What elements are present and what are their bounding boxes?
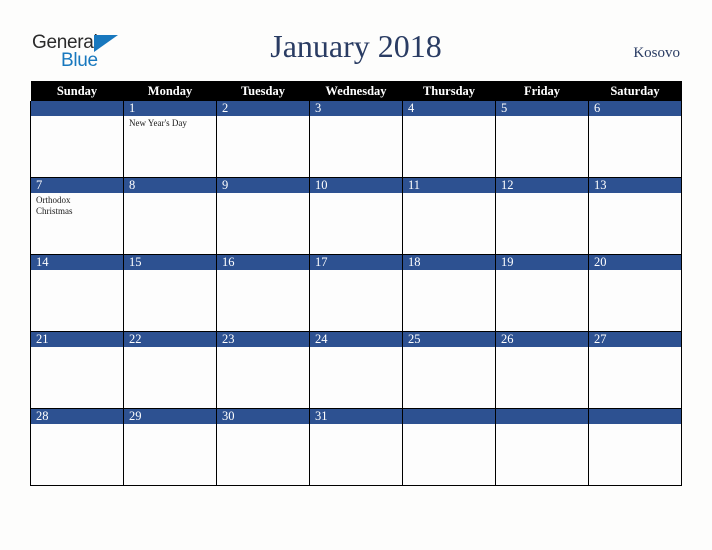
day-number: 7 — [31, 178, 123, 193]
calendar-week-row: 21 22 23 24 25 26 27 — [30, 331, 682, 409]
weekday-header-thursday: Thursday — [402, 81, 496, 101]
calendar-table: Sunday Monday Tuesday Wednesday Thursday… — [30, 81, 682, 486]
day-number — [31, 101, 123, 116]
calendar-empty-cell — [30, 101, 124, 178]
calendar-day-cell[interactable]: 1 New Year's Day — [123, 101, 217, 178]
day-number: 11 — [403, 178, 495, 193]
calendar-empty-cell — [588, 408, 682, 486]
calendar-day-cell[interactable]: 12 — [495, 177, 589, 255]
calendar-day-cell[interactable]: 28 — [30, 408, 124, 486]
calendar-day-cell[interactable]: 14 — [30, 254, 124, 332]
calendar-day-cell[interactable]: 8 — [123, 177, 217, 255]
day-number — [589, 409, 681, 424]
calendar-day-cell[interactable]: 3 — [309, 101, 403, 178]
page-header: General Blue January 2018 Kosovo — [0, 0, 712, 81]
event-label: Orthodox — [36, 195, 71, 205]
day-number: 27 — [589, 332, 681, 347]
calendar-day-cell[interactable]: 31 — [309, 408, 403, 486]
day-number: 9 — [217, 178, 309, 193]
calendar-day-cell[interactable]: 6 — [588, 101, 682, 178]
calendar-day-cell[interactable]: 15 — [123, 254, 217, 332]
weekday-header-friday: Friday — [495, 81, 589, 101]
calendar-week-row: 14 15 16 17 18 19 20 — [30, 254, 682, 332]
day-number: 15 — [124, 255, 216, 270]
weekday-header-saturday: Saturday — [588, 81, 682, 101]
day-number — [403, 409, 495, 424]
day-number: 17 — [310, 255, 402, 270]
calendar-day-cell[interactable]: 24 — [309, 331, 403, 409]
day-number: 24 — [310, 332, 402, 347]
calendar-day-cell[interactable]: 11 — [402, 177, 496, 255]
calendar-day-cell[interactable]: 2 — [216, 101, 310, 178]
calendar-day-cell[interactable]: 25 — [402, 331, 496, 409]
calendar-day-cell[interactable]: 13 — [588, 177, 682, 255]
day-number: 23 — [217, 332, 309, 347]
day-number: 8 — [124, 178, 216, 193]
day-number: 18 — [403, 255, 495, 270]
calendar-day-cell[interactable]: 18 — [402, 254, 496, 332]
day-number: 20 — [589, 255, 681, 270]
day-number: 21 — [31, 332, 123, 347]
day-number: 22 — [124, 332, 216, 347]
calendar-empty-cell — [402, 408, 496, 486]
weekday-header-tuesday: Tuesday — [216, 81, 310, 101]
calendar-header-row: Sunday Monday Tuesday Wednesday Thursday… — [30, 81, 682, 101]
calendar-day-cell[interactable]: 21 — [30, 331, 124, 409]
day-number: 30 — [217, 409, 309, 424]
calendar-day-cell[interactable]: 16 — [216, 254, 310, 332]
calendar-day-cell[interactable]: 19 — [495, 254, 589, 332]
day-number: 13 — [589, 178, 681, 193]
weekday-header-wednesday: Wednesday — [309, 81, 403, 101]
calendar-day-cell[interactable]: 26 — [495, 331, 589, 409]
day-number: 25 — [403, 332, 495, 347]
calendar-week-row: 1 New Year's Day 2 3 4 5 6 — [30, 101, 682, 178]
day-events: Orthodox Christmas — [31, 193, 123, 217]
calendar-day-cell[interactable]: 9 — [216, 177, 310, 255]
calendar-day-cell[interactable]: 17 — [309, 254, 403, 332]
day-number: 31 — [310, 409, 402, 424]
day-number: 6 — [589, 101, 681, 116]
day-number — [496, 409, 588, 424]
day-number: 4 — [403, 101, 495, 116]
calendar-day-cell[interactable]: 29 — [123, 408, 217, 486]
event-label: New Year's Day — [129, 118, 187, 128]
day-number: 29 — [124, 409, 216, 424]
calendar-day-cell[interactable]: 27 — [588, 331, 682, 409]
day-number: 14 — [31, 255, 123, 270]
day-number: 16 — [217, 255, 309, 270]
calendar-day-cell[interactable]: 10 — [309, 177, 403, 255]
calendar-body: 1 New Year's Day 2 3 4 5 6 7 Orthodox Christmas 8 9… — [30, 101, 682, 486]
calendar-day-cell[interactable]: 5 — [495, 101, 589, 178]
calendar-day-cell[interactable]: 7 Orthodox Christmas — [30, 177, 124, 255]
calendar-page: General Blue January 2018 Kosovo Sunday … — [0, 0, 712, 550]
weekday-header-monday: Monday — [123, 81, 217, 101]
day-number: 3 — [310, 101, 402, 116]
event-label: Christmas — [36, 206, 73, 216]
day-number: 10 — [310, 178, 402, 193]
day-events: New Year's Day — [124, 116, 216, 129]
day-number: 28 — [31, 409, 123, 424]
calendar-empty-cell — [495, 408, 589, 486]
calendar-week-row: 28 29 30 31 — [30, 408, 682, 486]
calendar-day-cell[interactable]: 4 — [402, 101, 496, 178]
calendar-day-cell[interactable]: 30 — [216, 408, 310, 486]
day-number: 12 — [496, 178, 588, 193]
calendar-day-cell[interactable]: 23 — [216, 331, 310, 409]
day-number: 26 — [496, 332, 588, 347]
day-number: 2 — [217, 101, 309, 116]
calendar-day-cell[interactable]: 22 — [123, 331, 217, 409]
weekday-header-sunday: Sunday — [30, 81, 124, 101]
page-title: January 2018 — [270, 28, 442, 64]
calendar-day-cell[interactable]: 20 — [588, 254, 682, 332]
calendar-week-row: 7 Orthodox Christmas 8 9 10 11 12 13 — [30, 177, 682, 255]
day-number: 19 — [496, 255, 588, 270]
region-label: Kosovo — [633, 45, 680, 61]
day-number: 1 — [124, 101, 216, 116]
day-number: 5 — [496, 101, 588, 116]
